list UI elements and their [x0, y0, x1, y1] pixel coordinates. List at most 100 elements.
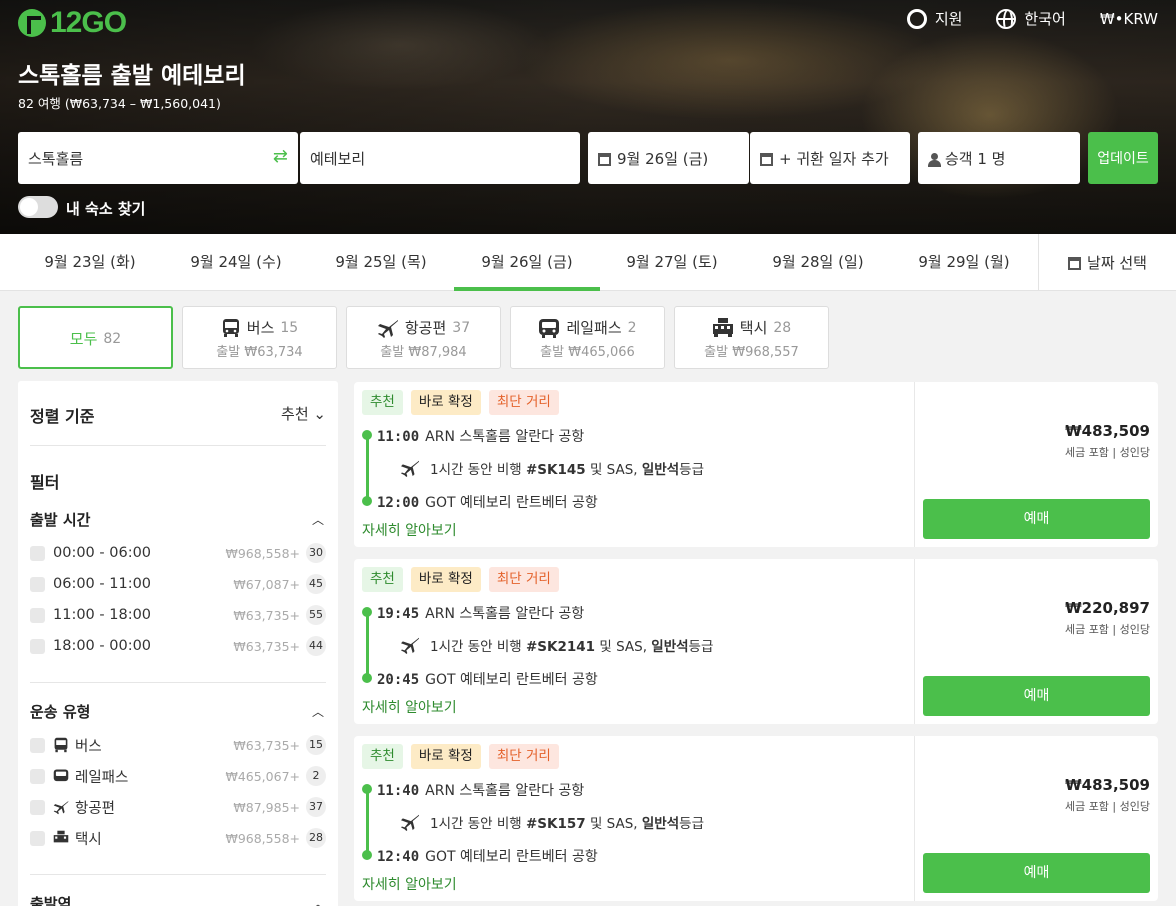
support-label: 지원 [934, 10, 963, 28]
checkbox[interactable] [30, 638, 45, 654]
arrival: 12:40 GOT 예테보리 란트베터 공항 [377, 846, 598, 866]
mode-count: 37 [452, 319, 471, 336]
filter-option[interactable]: 11:00 - 18:00 ₩63,735+ 55 [30, 603, 326, 627]
calendar-icon [760, 152, 773, 166]
date-tab-active[interactable]: 9월 26일 (금) [454, 234, 600, 291]
filter-label: 항공편 [75, 800, 116, 817]
to-field[interactable]: 예테보리 [300, 132, 580, 184]
flight-carrier: 및 SAS, [585, 816, 642, 832]
more-info-link[interactable]: 자세히 알아보기 [362, 520, 457, 540]
top-nav: 지원 한국어 ₩•KRW [906, 8, 1158, 29]
filter-option[interactable]: 06:00 - 11:00 ₩67,087+ 45 [30, 572, 326, 596]
date-field[interactable]: 9월 26일 (금) [588, 132, 749, 184]
passengers-field[interactable]: 승객 1 명 [918, 132, 1080, 184]
flight-info: 1시간 동안 비행 #SK145 및 SAS, 일반석등급 [400, 458, 704, 478]
price: ₩483,509 [1065, 422, 1150, 440]
filter-label: 06:00 - 11:00 [53, 576, 152, 592]
accommodation-toggle[interactable] [18, 196, 58, 218]
filter-option[interactable]: 레일패스 ₩465,067+ 2 [30, 764, 326, 788]
chevron-up-icon[interactable]: ︿ [312, 703, 324, 720]
station-heading[interactable]: 출발역 [30, 893, 71, 906]
mode-label: 택시 [739, 319, 768, 337]
price: ₩483,509 [1065, 776, 1150, 794]
filter-option[interactable]: 버스 ₩63,735+ 15 [30, 733, 326, 757]
departure-time-heading[interactable]: 출발 시간 [30, 509, 90, 530]
date-tab[interactable]: 9월 27일 (토) [599, 234, 745, 291]
bus-icon [222, 318, 239, 337]
flight-number: #SK157 [525, 816, 586, 832]
date-picker-button[interactable]: 날짜 선택 [1038, 234, 1176, 291]
more-info-link[interactable]: 자세히 알아보기 [362, 874, 457, 894]
from-field[interactable]: 스톡홀름 ⇄ [18, 132, 298, 184]
filter-price: ₩87,985+ [233, 799, 300, 815]
lifebuoy-icon [906, 8, 927, 29]
date-tab[interactable]: 9월 24일 (수) [163, 234, 309, 291]
transport-type-heading[interactable]: 운송 유형 [30, 701, 90, 722]
filter-option[interactable]: 00:00 - 06:00 ₩968,558+ 30 [30, 541, 326, 565]
date-tab[interactable]: 9월 23일 (화) [17, 234, 163, 291]
book-button[interactable]: 예매 [923, 499, 1150, 539]
departure-time: 11:40 [377, 783, 420, 799]
chevron-up-icon[interactable]: ︿ [312, 895, 324, 906]
mode-tab-bus[interactable]: 버스 15 출발 ₩63,734 [182, 306, 337, 369]
departure: 11:40 ARN 스톡홀름 알란다 공항 [377, 780, 584, 800]
mode-from-price: 출발 ₩968,557 [704, 345, 799, 360]
arrival: 20:45 GOT 예테보리 란트베터 공항 [377, 669, 598, 689]
date-tab[interactable]: 9월 29일 (월) [891, 234, 1037, 291]
flight-duration: 1시간 동안 비행 [430, 639, 526, 655]
checkbox[interactable] [30, 737, 45, 753]
arrival-time: 12:00 [377, 495, 420, 511]
mode-tab-flight[interactable]: 항공편 37 출발 ₩87,984 [346, 306, 501, 369]
train-icon [53, 769, 69, 782]
book-button[interactable]: 예매 [923, 853, 1150, 893]
filter-price: ₩465,067+ [225, 768, 300, 784]
currency-selector[interactable]: ₩•KRW [1100, 10, 1158, 28]
logo-icon [18, 9, 46, 37]
plane-icon [377, 319, 398, 338]
swap-icon[interactable]: ⇄ [273, 146, 288, 167]
language-selector[interactable]: 한국어 [996, 8, 1066, 29]
filter-sidebar: 정렬 기준 추천 ⌄ 필터 출발 시간 ︿ 00:00 - 06:00 ₩968… [18, 381, 338, 906]
logo[interactable]: 12GO [18, 6, 127, 40]
arrival: 12:00 GOT 예테보리 란트베터 공항 [377, 492, 598, 512]
filter-option[interactable]: 항공편 ₩87,985+ 37 [30, 795, 326, 819]
date-tab[interactable]: 9월 28일 (일) [745, 234, 891, 291]
departure-place: ARN 스톡홀름 알란다 공항 [425, 783, 585, 799]
departure-time: 19:45 [377, 606, 420, 622]
checkbox[interactable] [30, 768, 45, 784]
page-title: 스톡홀름 출발 예테보리 [18, 63, 246, 89]
mode-tab-all[interactable]: 모두 82 [18, 306, 173, 369]
filter-option[interactable]: 택시 ₩968,558+ 28 [30, 826, 326, 850]
checkbox[interactable] [30, 830, 45, 846]
price: ₩220,897 [1065, 599, 1150, 617]
book-button[interactable]: 예매 [923, 676, 1150, 716]
checkbox[interactable] [30, 607, 45, 623]
update-button[interactable]: 업데이트 [1088, 132, 1158, 184]
filter-label: 00:00 - 06:00 [53, 545, 152, 561]
more-info-link[interactable]: 자세히 알아보기 [362, 697, 457, 717]
date-tabs: 9월 23일 (화) 9월 24일 (수) 9월 25일 (목) 9월 26일 … [0, 234, 1176, 291]
calendar-icon [1068, 257, 1082, 270]
result-card: 추천 바로 확정 최단 거리 11:40 ARN 스톡홀름 알란다 공항 1시간 … [354, 736, 1158, 901]
filter-option[interactable]: 18:00 - 00:00 ₩63,735+ 44 [30, 634, 326, 658]
filter-price: ₩67,087+ [233, 576, 300, 592]
chevron-up-icon[interactable]: ︿ [312, 511, 324, 528]
checkbox[interactable] [30, 799, 45, 815]
support-link[interactable]: 지원 [906, 8, 963, 29]
flight-number: #SK145 [525, 462, 586, 478]
mode-label: 레일패스 [566, 319, 622, 337]
tag-shortest: 최단 거리 [488, 744, 559, 769]
arrival-time: 20:45 [377, 672, 420, 688]
sort-dropdown[interactable]: 추천 ⌄ [281, 403, 326, 424]
checkbox[interactable] [30, 576, 45, 592]
date-tab[interactable]: 9월 25일 (목) [308, 234, 454, 291]
mode-count: 82 [103, 330, 122, 347]
flight-duration: 1시간 동안 비행 [430, 816, 526, 832]
mode-tab-taxi[interactable]: 택시 28 출발 ₩968,557 [674, 306, 829, 369]
price-note: 세금 포함 | 성인당 [1064, 623, 1150, 636]
mode-tab-railpass[interactable]: 레일패스 2 출발 ₩465,066 [510, 306, 665, 369]
checkbox[interactable] [30, 545, 45, 561]
bus-icon [54, 737, 68, 753]
return-date-field[interactable]: + 귀환 일자 추가 [750, 132, 910, 184]
arrival-place: GOT 예테보리 란트베터 공항 [425, 672, 598, 688]
